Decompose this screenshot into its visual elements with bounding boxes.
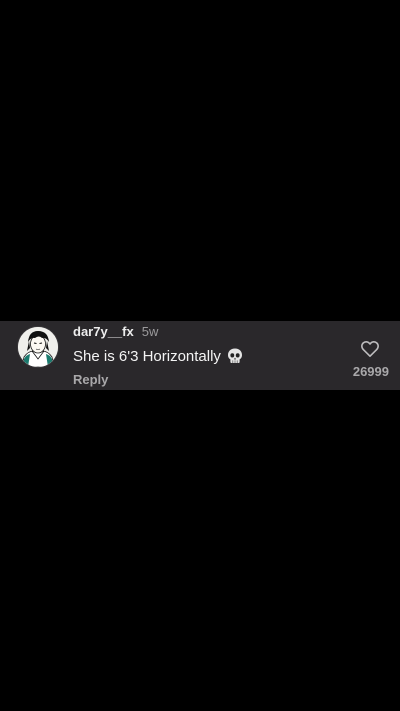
heart-outline-icon: [361, 340, 379, 357]
comment-body: She is 6'3 Horizontally: [73, 346, 244, 366]
like-count: 26999: [352, 364, 389, 379]
skull-icon: [226, 347, 244, 365]
comment-card: dar7y__fx 5w She is 6'3 Horizontally Rep…: [0, 321, 400, 390]
comment-age: 5w: [141, 324, 159, 339]
comment-header: dar7y__fx 5w: [73, 324, 158, 342]
reply-button[interactable]: Reply: [73, 372, 108, 387]
comment-text: She is 6'3 Horizontally: [73, 347, 221, 365]
like-button[interactable]: [357, 338, 383, 360]
avatar-image: [18, 327, 58, 367]
username[interactable]: dar7y__fx: [73, 324, 134, 339]
avatar[interactable]: [18, 327, 58, 367]
